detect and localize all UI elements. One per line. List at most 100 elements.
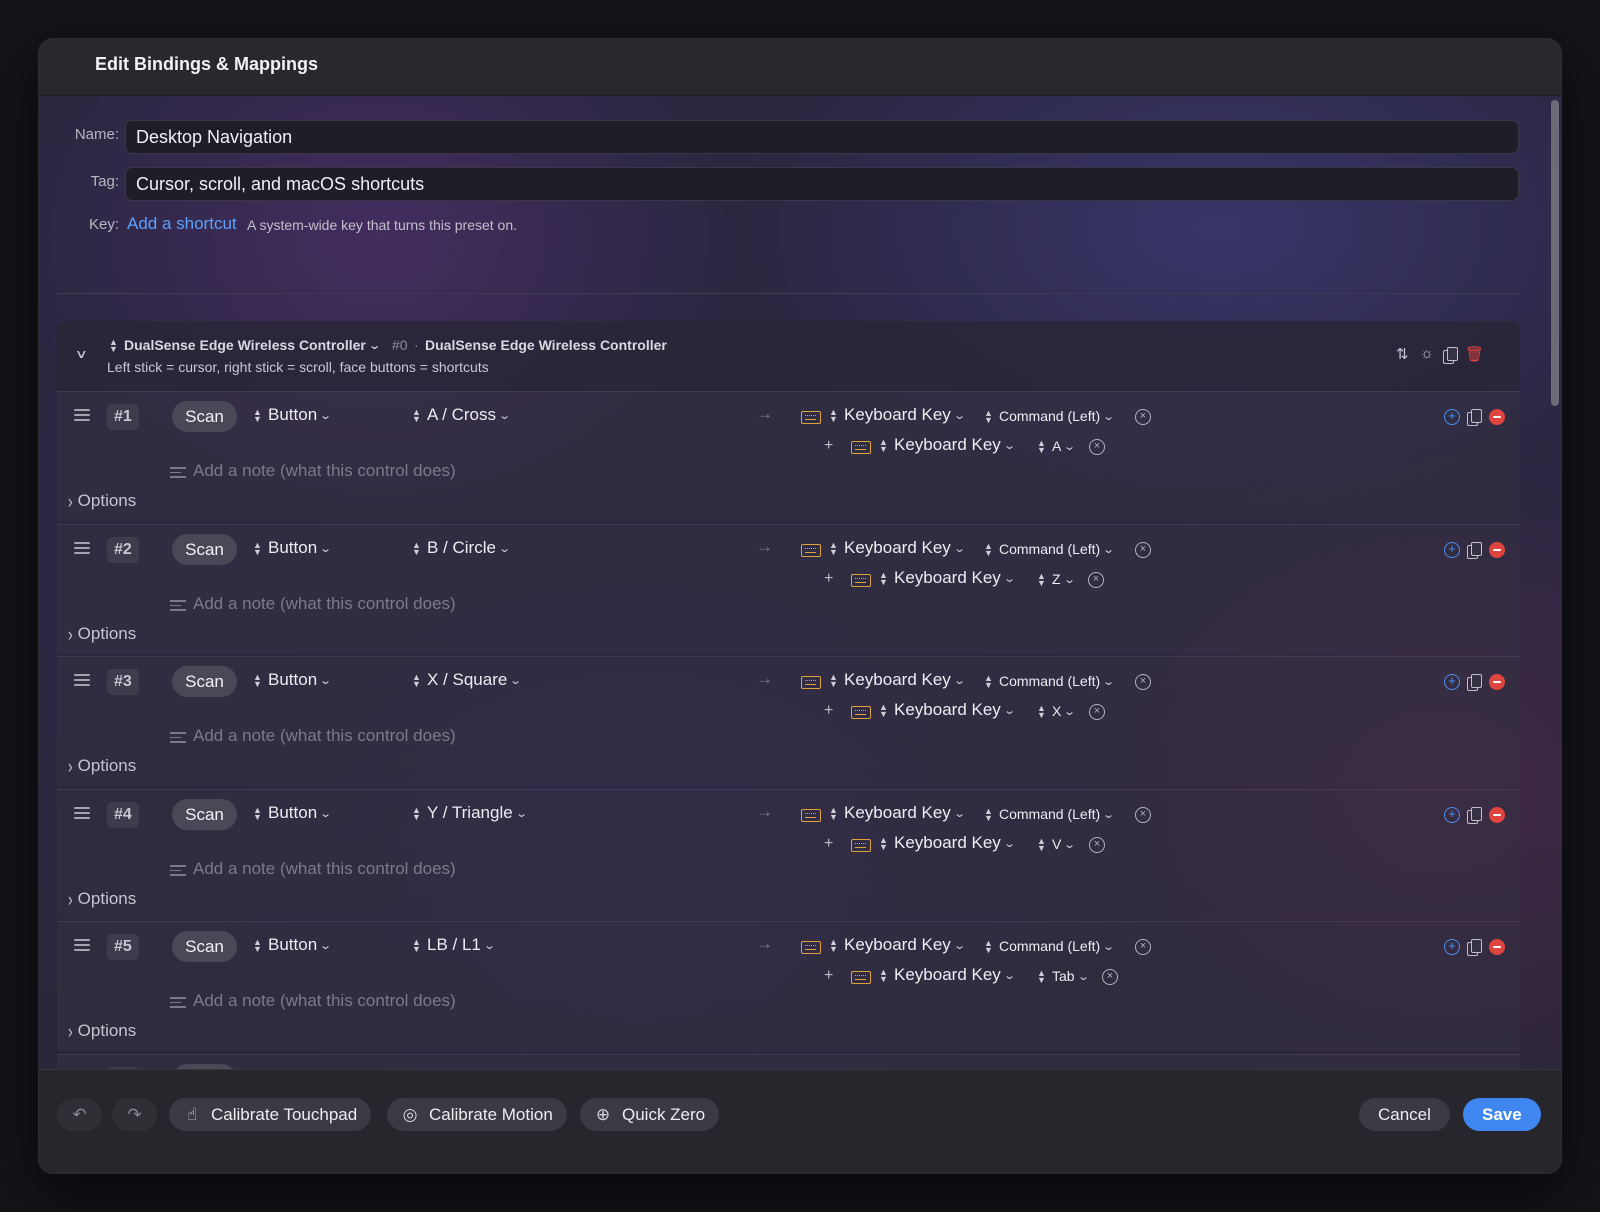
output-key-select[interactable]: ▲ ▼ Z ⌄ bbox=[1037, 571, 1076, 588]
note-input[interactable]: Add a note (what this control does) bbox=[193, 991, 456, 1011]
clear-icon[interactable]: × bbox=[1135, 542, 1151, 558]
input-control-select[interactable]: ▲ ▼ A / Cross ⌄ bbox=[412, 405, 511, 425]
scan-button[interactable]: Scan bbox=[172, 666, 237, 697]
output-kind-select[interactable]: ▲▼Keyboard Key⌄ bbox=[829, 405, 966, 425]
scan-button[interactable]: Scan bbox=[172, 931, 237, 962]
output-key-select[interactable]: ▲▼Command (Left)⌄ bbox=[984, 673, 1115, 690]
note-input[interactable]: Add a note (what this control does) bbox=[193, 859, 456, 879]
input-control-select[interactable]: ▲ ▼ B / Circle ⌄ bbox=[412, 538, 511, 558]
brightness-icon[interactable]: ☼ bbox=[1420, 345, 1434, 362]
save-button[interactable]: Save bbox=[1463, 1098, 1541, 1131]
clear-icon[interactable]: × bbox=[1088, 572, 1104, 588]
drag-handle-icon[interactable] bbox=[74, 674, 90, 686]
tag-field[interactable]: Cursor, scroll, and macOS shortcuts bbox=[125, 167, 1519, 201]
trash-icon[interactable]: 🗑 bbox=[1465, 345, 1484, 363]
calibrate-motion-button[interactable]: ◎ Calibrate Motion bbox=[387, 1098, 567, 1131]
drag-handle-icon[interactable] bbox=[74, 409, 90, 421]
copy-icon[interactable] bbox=[1443, 347, 1458, 364]
add-icon[interactable]: + bbox=[1444, 807, 1460, 823]
input-control-select[interactable]: ▲ ▼ Y / Triangle ⌄ bbox=[412, 803, 528, 823]
calibrate-touchpad-button[interactable]: ☝ Calibrate Touchpad bbox=[169, 1098, 372, 1131]
clear-icon[interactable]: × bbox=[1135, 409, 1151, 425]
scroll-thumb[interactable] bbox=[1551, 100, 1559, 406]
output-kind-select[interactable]: ▲▼Keyboard Key⌄ bbox=[829, 670, 966, 690]
output-key-select[interactable]: ▲ ▼ Tab ⌄ bbox=[1037, 968, 1090, 985]
input-type-select[interactable]: ▲▼Button⌄ bbox=[253, 803, 332, 823]
drag-handle-icon[interactable] bbox=[74, 939, 90, 951]
drag-handle-icon[interactable] bbox=[74, 542, 90, 554]
remove-icon[interactable] bbox=[1489, 939, 1505, 955]
copy-icon[interactable] bbox=[1467, 807, 1482, 824]
undo-button[interactable]: ↶ bbox=[57, 1098, 102, 1131]
quick-zero-button[interactable]: ⊕ Quick Zero bbox=[580, 1098, 720, 1131]
key-hint: A system-wide key that turns this preset… bbox=[247, 217, 518, 233]
device-selector[interactable]: ▲ ▼ DualSense Edge Wireless Controller ⌄ bbox=[109, 337, 381, 354]
output-key-select[interactable]: ▲ ▼ V ⌄ bbox=[1037, 836, 1076, 853]
clear-icon[interactable]: × bbox=[1089, 704, 1105, 720]
note-input[interactable]: Add a note (what this control does) bbox=[193, 726, 456, 746]
output-key-select[interactable]: ▲▼Command (Left)⌄ bbox=[984, 541, 1115, 558]
collapse-chevron-icon[interactable]: ∨ bbox=[75, 347, 88, 361]
options-toggle[interactable]: › Options bbox=[68, 888, 136, 910]
add-icon[interactable]: + bbox=[1444, 542, 1460, 558]
copy-icon[interactable] bbox=[1467, 542, 1482, 559]
add-shortcut-link[interactable]: Add a shortcut bbox=[127, 214, 237, 234]
drag-handle-icon[interactable] bbox=[74, 807, 90, 819]
add-icon[interactable]: + bbox=[1444, 939, 1460, 955]
scan-button[interactable]: Scan bbox=[172, 534, 237, 565]
clear-icon[interactable]: × bbox=[1135, 939, 1151, 955]
key-label: Key: bbox=[88, 216, 119, 233]
chevron-down-icon: ⌄ bbox=[319, 675, 333, 687]
scrollbar[interactable] bbox=[1549, 100, 1559, 1128]
clear-icon[interactable]: × bbox=[1135, 807, 1151, 823]
output-kind-select[interactable]: ▲▼Keyboard Key⌄ bbox=[879, 568, 1016, 588]
chevron-right-icon: › bbox=[68, 622, 73, 646]
clear-icon[interactable]: × bbox=[1135, 674, 1151, 690]
copy-icon[interactable] bbox=[1467, 409, 1482, 426]
input-type-select[interactable]: ▲▼Button⌄ bbox=[253, 538, 332, 558]
note-input[interactable]: Add a note (what this control does) bbox=[193, 594, 456, 614]
output-key-select[interactable]: ▲▼Command (Left)⌄ bbox=[984, 938, 1115, 955]
output-kind-select[interactable]: ▲▼Keyboard Key⌄ bbox=[879, 700, 1016, 720]
clear-icon[interactable]: × bbox=[1089, 837, 1105, 853]
options-toggle[interactable]: › Options bbox=[68, 490, 136, 512]
scan-button[interactable]: Scan bbox=[172, 401, 237, 432]
scan-button[interactable]: Scan bbox=[172, 799, 237, 830]
remove-icon[interactable] bbox=[1489, 674, 1505, 690]
options-toggle[interactable]: › Options bbox=[68, 622, 136, 646]
clear-icon[interactable]: × bbox=[1102, 969, 1118, 985]
redo-button[interactable]: ↷ bbox=[112, 1098, 157, 1131]
output-key-select[interactable]: ▲▼Command (Left)⌄ bbox=[984, 806, 1115, 823]
input-type-select[interactable]: ▲▼Button⌄ bbox=[253, 670, 333, 690]
input-type-select[interactable]: ▲▼Button⌄ bbox=[253, 405, 332, 425]
remove-icon[interactable] bbox=[1489, 807, 1505, 823]
sort-icon[interactable]: ⇅ bbox=[1396, 345, 1409, 363]
clear-icon[interactable]: × bbox=[1089, 439, 1105, 455]
touchpad-icon: ☝ bbox=[186, 1105, 198, 1124]
name-field[interactable]: Desktop Navigation bbox=[125, 120, 1519, 154]
note-icon bbox=[170, 600, 186, 614]
remove-icon[interactable] bbox=[1489, 542, 1505, 558]
input-control-select[interactable]: ▲ ▼ LB / L1 ⌄ bbox=[412, 935, 496, 955]
output-kind-select[interactable]: ▲▼Keyboard Key⌄ bbox=[879, 435, 1016, 455]
note-input[interactable]: Add a note (what this control does) bbox=[193, 461, 456, 481]
output-kind-select[interactable]: ▲▼Keyboard Key⌄ bbox=[879, 965, 1016, 985]
output-key-select[interactable]: ▲▼Command (Left)⌄ bbox=[984, 408, 1115, 425]
output-kind-select[interactable]: ▲▼Keyboard Key⌄ bbox=[829, 935, 966, 955]
input-control-select[interactable]: ▲ ▼ X / Square ⌄ bbox=[412, 670, 522, 690]
options-toggle[interactable]: › Options bbox=[68, 755, 136, 777]
output-kind-select[interactable]: ▲▼Keyboard Key⌄ bbox=[879, 833, 1016, 853]
remove-icon[interactable] bbox=[1489, 409, 1505, 425]
output-key-select[interactable]: ▲ ▼ X ⌄ bbox=[1037, 703, 1076, 720]
copy-icon[interactable] bbox=[1467, 939, 1482, 956]
output-kind-select[interactable]: ▲▼Keyboard Key⌄ bbox=[829, 803, 966, 823]
output-key-select[interactable]: ▲ ▼ A ⌄ bbox=[1037, 438, 1076, 455]
copy-icon[interactable] bbox=[1467, 674, 1482, 691]
output-kind-select[interactable]: ▲▼Keyboard Key⌄ bbox=[829, 538, 966, 558]
options-toggle[interactable]: › Options bbox=[68, 1020, 136, 1042]
input-type-select[interactable]: ▲▼Button⌄ bbox=[253, 935, 332, 955]
cancel-button[interactable]: Cancel bbox=[1359, 1098, 1450, 1131]
add-icon[interactable]: + bbox=[1444, 409, 1460, 425]
add-icon[interactable]: + bbox=[1444, 674, 1460, 690]
keyboard-icon bbox=[801, 941, 821, 954]
